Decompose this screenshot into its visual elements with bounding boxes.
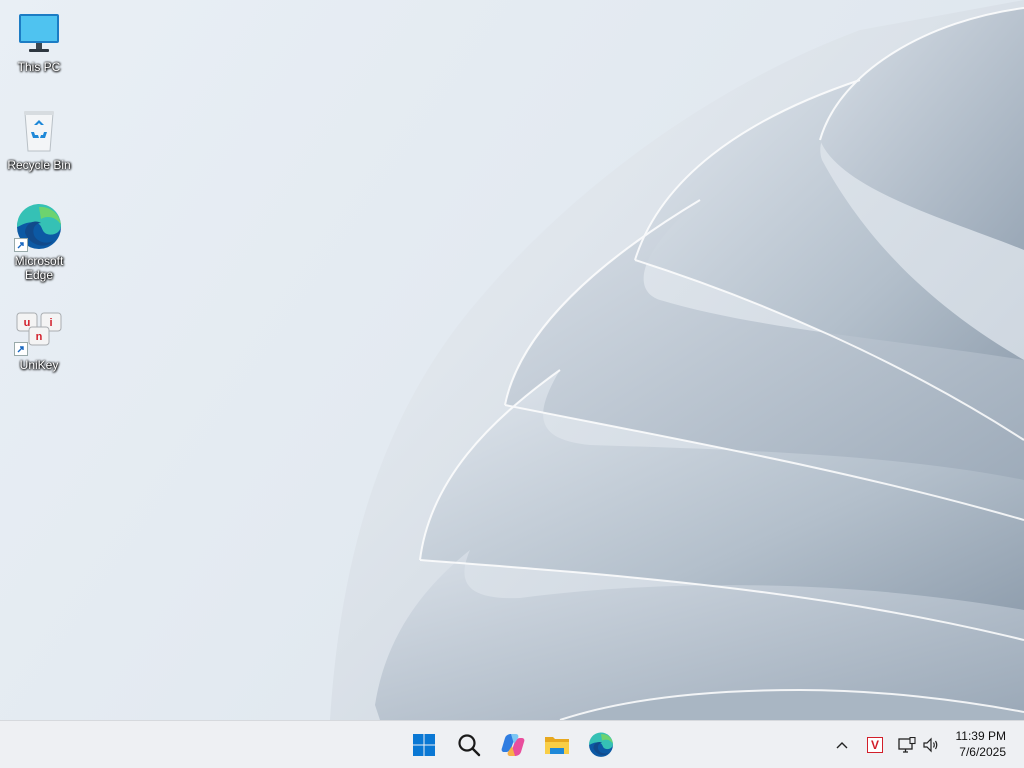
- chevron-up-icon: [836, 742, 848, 749]
- clock-date: 7/6/2025: [959, 745, 1006, 759]
- shortcut-arrow-icon: [14, 342, 28, 356]
- network-icon: [898, 737, 916, 753]
- edge-icon: [589, 732, 613, 757]
- copilot-icon: [501, 734, 525, 756]
- desktop-icon-label: This PC: [17, 60, 61, 74]
- edge-taskbar-button[interactable]: [583, 727, 619, 763]
- search-button[interactable]: [451, 727, 487, 763]
- taskbar: V 11:39 PM 7/6/2025: [0, 720, 1024, 768]
- svg-text:n: n: [36, 331, 43, 343]
- show-hidden-icons-button[interactable]: [832, 733, 852, 757]
- desktop-icon-label: UniKey: [19, 358, 59, 372]
- desktop[interactable]: This PC Recycle Bin Microsoft Edge u i n…: [0, 0, 1024, 720]
- desktop-icon-label: Microsoft Edge: [14, 254, 64, 282]
- windows-logo-icon: [413, 734, 435, 756]
- recycle-bin-icon: [14, 106, 64, 156]
- volume-button[interactable]: [920, 733, 942, 757]
- unikey-tray-badge: V: [870, 738, 879, 752]
- network-button[interactable]: [896, 733, 918, 757]
- search-icon: [458, 734, 481, 757]
- shortcut-arrow-icon: [14, 238, 28, 252]
- clock[interactable]: 11:39 PM 7/6/2025: [956, 728, 1006, 760]
- desktop-icon-microsoft-edge[interactable]: Microsoft Edge: [1, 202, 77, 282]
- unikey-icon: u i n: [14, 306, 64, 356]
- speaker-icon: [923, 737, 938, 753]
- wallpaper-bloom: [330, 0, 1024, 720]
- desktop-icon-recycle-bin[interactable]: Recycle Bin: [1, 106, 77, 172]
- edge-icon: [14, 202, 64, 252]
- desktop-icon-this-pc[interactable]: This PC: [1, 8, 77, 74]
- svg-text:i: i: [49, 317, 52, 329]
- desktop-icon-label: Recycle Bin: [7, 158, 71, 172]
- desktop-icon-unikey[interactable]: u i n UniKey: [1, 306, 77, 372]
- clock-time: 11:39 PM: [955, 729, 1006, 743]
- unikey-tray-button[interactable]: V: [864, 733, 886, 757]
- copilot-button[interactable]: [495, 727, 531, 763]
- unikey-tray-icon: V: [867, 737, 883, 753]
- svg-text:u: u: [24, 317, 31, 329]
- start-button[interactable]: [406, 727, 442, 763]
- folder-icon: [545, 737, 569, 754]
- file-explorer-button[interactable]: [539, 727, 575, 763]
- computer-monitor-icon: [14, 8, 64, 58]
